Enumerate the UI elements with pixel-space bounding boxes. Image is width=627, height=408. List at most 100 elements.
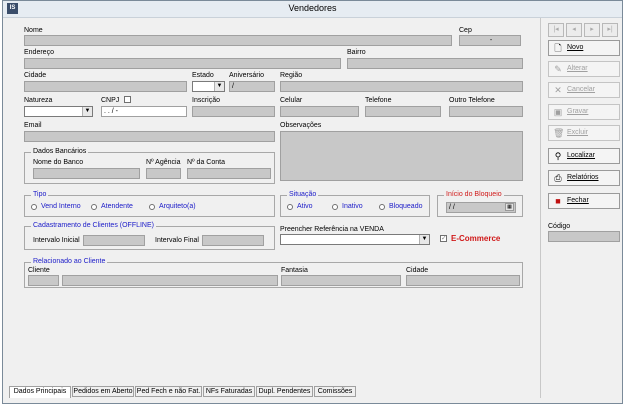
referencia-select[interactable]: ▼ xyxy=(280,234,430,245)
gravar-button[interactable]: ▣ Gravar xyxy=(548,104,620,120)
tab-pedidos-em-aberto[interactable]: Pedidos em Aberto xyxy=(72,386,134,397)
intervalo-final-label: Intervalo Final xyxy=(155,237,199,244)
nav-next-button[interactable]: ▸ xyxy=(584,23,600,37)
ativo-label: Ativo xyxy=(297,203,313,210)
cancelar-button[interactable]: ✕ Cancelar xyxy=(548,82,620,98)
regiao-label: Região xyxy=(280,72,303,79)
localizar-button[interactable]: ⚲ Localizar xyxy=(548,148,620,164)
outro-telefone-field[interactable] xyxy=(449,106,523,117)
conta-field[interactable] xyxy=(187,168,271,179)
radio-arquiteto[interactable] xyxy=(149,204,155,210)
cnpj-checkbox[interactable] xyxy=(124,96,131,103)
inscricao-label: Inscrição xyxy=(192,97,221,104)
nome-field[interactable] xyxy=(24,35,452,46)
chevron-down-icon[interactable]: ▼ xyxy=(214,82,224,91)
radio-atendente[interactable] xyxy=(91,204,97,210)
endereco-label: Endereço xyxy=(24,49,54,56)
tipo-group: Tipo Vend Interno Atendente Arquiteto(a) xyxy=(24,191,275,217)
cep-label: Cep xyxy=(459,27,472,34)
natureza-label: Natureza xyxy=(24,97,53,104)
radio-ativo[interactable] xyxy=(287,204,293,210)
cliente-code-field[interactable] xyxy=(28,275,59,286)
situacao-group: Situação Ativo Inativo Bloqueado xyxy=(280,191,430,217)
nome-banco-field[interactable] xyxy=(33,168,140,179)
aniversario-field[interactable]: / xyxy=(229,81,275,92)
intervalo-final-field[interactable] xyxy=(202,235,264,246)
nav-prev-button[interactable]: ◂ xyxy=(566,23,582,37)
inicio-bloqueio-title: Início do Bloqueio xyxy=(444,191,504,198)
intervalo-inicial-field[interactable] xyxy=(83,235,145,246)
observacoes-field[interactable] xyxy=(280,131,523,181)
vendedores-window: IS Vendedores Nome Cep - Endereço Bairro… xyxy=(2,0,623,404)
regiao-field[interactable] xyxy=(280,81,523,92)
email-field[interactable] xyxy=(24,131,275,142)
bairro-label: Bairro xyxy=(347,49,366,56)
cep-field[interactable]: - xyxy=(459,35,521,46)
offline-title: Cadastramento de Clientes (OFFLINE) xyxy=(31,222,156,229)
aniversario-label: Aniversário xyxy=(229,72,265,79)
window-title: Vendedores xyxy=(288,3,337,13)
chevron-down-icon[interactable]: ▼ xyxy=(82,107,92,116)
inicio-bloqueio-field[interactable]: / / ▦ xyxy=(446,202,516,213)
fantasia-field[interactable] xyxy=(281,275,401,286)
nav-first-button[interactable]: |◂ xyxy=(548,23,564,37)
fantasia-label: Fantasia xyxy=(281,267,308,274)
radio-bloqueado[interactable] xyxy=(379,204,385,210)
radio-inativo[interactable] xyxy=(332,204,338,210)
estado-label: Estado xyxy=(192,72,214,79)
inativo-label: Inativo xyxy=(342,203,363,210)
cidade-label: Cidade xyxy=(24,72,47,79)
tab-nfs-faturadas[interactable]: NFs Faturadas xyxy=(203,386,255,397)
fechar-label: Fechar xyxy=(567,197,589,204)
situacao-title: Situação xyxy=(287,191,319,198)
fechar-button[interactable]: ■ Fechar xyxy=(548,193,620,209)
nome-banco-label: Nome do Banco xyxy=(33,159,84,166)
new-document-icon: 🗋 xyxy=(554,43,562,53)
relatorios-button[interactable]: ⎙ Relatórios xyxy=(548,170,620,186)
calendar-icon[interactable]: ▦ xyxy=(505,203,514,211)
cancel-x-icon: ✕ xyxy=(554,85,562,95)
dados-bancarios-title: Dados Bancários xyxy=(31,148,89,155)
cnpj-label: CNPJ xyxy=(101,97,120,104)
novo-button[interactable]: 🗋 Novo xyxy=(548,40,620,56)
cnpj-field[interactable]: . . / - xyxy=(101,106,187,117)
observacoes-label: Observações xyxy=(280,122,322,129)
excluir-button[interactable]: 🗑 Excluir xyxy=(548,125,620,141)
cidade-field[interactable] xyxy=(24,81,187,92)
alterar-button[interactable]: ✎ Alterar xyxy=(548,61,620,77)
relacionado-title: Relacionado ao Cliente xyxy=(31,258,108,265)
agencia-label: Nº Agência xyxy=(146,159,181,166)
celular-field[interactable] xyxy=(280,106,359,117)
bairro-field[interactable] xyxy=(347,58,523,69)
email-label: Email xyxy=(24,122,42,129)
cidade-rel-field[interactable] xyxy=(406,275,520,286)
radio-vend-interno[interactable] xyxy=(31,204,37,210)
codigo-field[interactable] xyxy=(548,231,620,242)
dados-bancarios-group: Dados Bancários Nome do Banco Nº Agência… xyxy=(24,148,275,184)
tab-ped-fech[interactable]: Ped Fech e não Fat. xyxy=(135,386,202,397)
title-bar: IS Vendedores xyxy=(3,1,622,18)
gravar-label: Gravar xyxy=(567,108,589,115)
estado-select[interactable]: ▼ xyxy=(192,81,225,92)
cidade-rel-label: Cidade xyxy=(406,267,429,274)
nav-last-button[interactable]: ▸| xyxy=(602,23,618,37)
ecommerce-label: E-Commerce xyxy=(451,234,501,243)
search-icon: ⚲ xyxy=(554,151,562,161)
edit-icon: ✎ xyxy=(554,64,562,74)
nome-label: Nome xyxy=(24,27,43,34)
tab-comissoes[interactable]: Comissões xyxy=(314,386,356,397)
endereco-field[interactable] xyxy=(24,58,341,69)
inscricao-field[interactable] xyxy=(192,106,275,117)
natureza-select[interactable]: ▼ xyxy=(24,106,93,117)
ecommerce-checkbox[interactable]: ✓ xyxy=(440,235,447,242)
tab-dados-principais[interactable]: Dados Principais xyxy=(9,386,71,398)
telefone-field[interactable] xyxy=(365,106,441,117)
offline-group: Cadastramento de Clientes (OFFLINE) Inte… xyxy=(24,222,275,250)
cliente-label: Cliente xyxy=(28,267,50,274)
chevron-down-icon[interactable]: ▼ xyxy=(419,235,429,244)
tab-dupl-pendentes[interactable]: Dupl. Pendentes xyxy=(256,386,313,397)
inicio-bloqueio-value: / / xyxy=(449,204,455,211)
cliente-name-field[interactable] xyxy=(62,275,278,286)
bloqueado-label: Bloqueado xyxy=(389,203,423,210)
agencia-field[interactable] xyxy=(146,168,181,179)
